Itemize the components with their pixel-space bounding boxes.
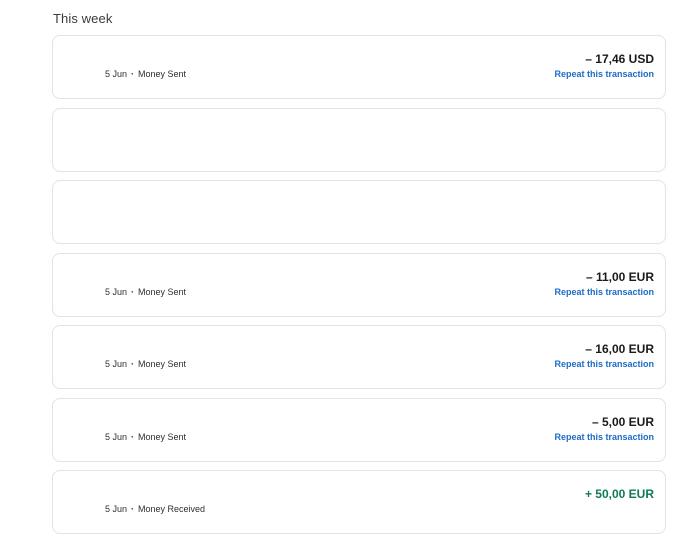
transaction-meta: 5 Jun · Money Received bbox=[105, 504, 205, 514]
transaction-meta: 5 Jun · Money Sent bbox=[105, 359, 186, 369]
meta-separator: · bbox=[131, 69, 135, 79]
meta-separator: · bbox=[131, 431, 135, 442]
transaction-card[interactable]: 5 Jun · Money Sent – 17,46 USD Repeat this… bbox=[52, 35, 666, 99]
meta-separator: · bbox=[131, 504, 135, 514]
transaction-type: Money Received bbox=[138, 504, 206, 514]
repeat-transaction-link[interactable]: Repeat this transaction bbox=[554, 69, 654, 79]
transaction-date: 5 Jun bbox=[105, 69, 128, 79]
transaction-date: 5 Jun bbox=[105, 431, 128, 442]
transaction-card[interactable] bbox=[52, 180, 666, 244]
activity-page: This week 5 Jun · Money Sent – 17,46 USD R… bbox=[0, 0, 680, 547]
repeat-transaction-link[interactable]: Repeat this transaction bbox=[554, 432, 654, 442]
transaction-meta: 5 Jun · Money Sent bbox=[105, 432, 186, 442]
transaction-date: 5 Jun bbox=[105, 359, 128, 369]
transaction-type: Money Sent bbox=[138, 431, 187, 442]
transaction-card[interactable]: 5 Jun · Money Sent – 5,00 EUR Repeat this … bbox=[52, 397, 666, 462]
repeat-transaction-link[interactable]: Repeat this transaction bbox=[554, 287, 654, 297]
section-title: This week bbox=[53, 11, 113, 26]
transaction-amount: + 50,00 EUR bbox=[584, 487, 654, 501]
transaction-amount: – 17,46 USD bbox=[585, 52, 654, 66]
transaction-card[interactable]: 5 Jun · Money Sent – 11,00 EUR Repeat this… bbox=[52, 252, 666, 317]
transaction-amount: – 16,00 EUR bbox=[585, 342, 654, 356]
transaction-amount: – 5,00 EUR bbox=[591, 414, 654, 429]
transaction-list: 5 Jun · Money Sent – 17,46 USD Repeat this… bbox=[52, 35, 666, 543]
transaction-type: Money Sent bbox=[138, 69, 187, 79]
transaction-card[interactable]: 5 Jun · Money Sent – 16,00 EUR Repeat this… bbox=[52, 325, 666, 389]
meta-separator: · bbox=[131, 286, 135, 297]
transaction-card[interactable] bbox=[52, 107, 666, 172]
transaction-type: Money Sent bbox=[138, 359, 187, 369]
transaction-date: 5 Jun bbox=[105, 504, 128, 514]
transaction-amount: – 11,00 EUR bbox=[585, 269, 654, 284]
meta-separator: · bbox=[131, 359, 135, 369]
transaction-card[interactable]: 5 Jun · Money Received + 50,00 EUR bbox=[52, 470, 666, 534]
transaction-meta: 5 Jun · Money Sent bbox=[105, 287, 186, 297]
repeat-transaction-link[interactable]: Repeat this transaction bbox=[554, 359, 654, 369]
transaction-type: Money Sent bbox=[138, 286, 187, 297]
transaction-meta: 5 Jun · Money Sent bbox=[105, 69, 186, 79]
transaction-date: 5 Jun bbox=[105, 286, 128, 297]
